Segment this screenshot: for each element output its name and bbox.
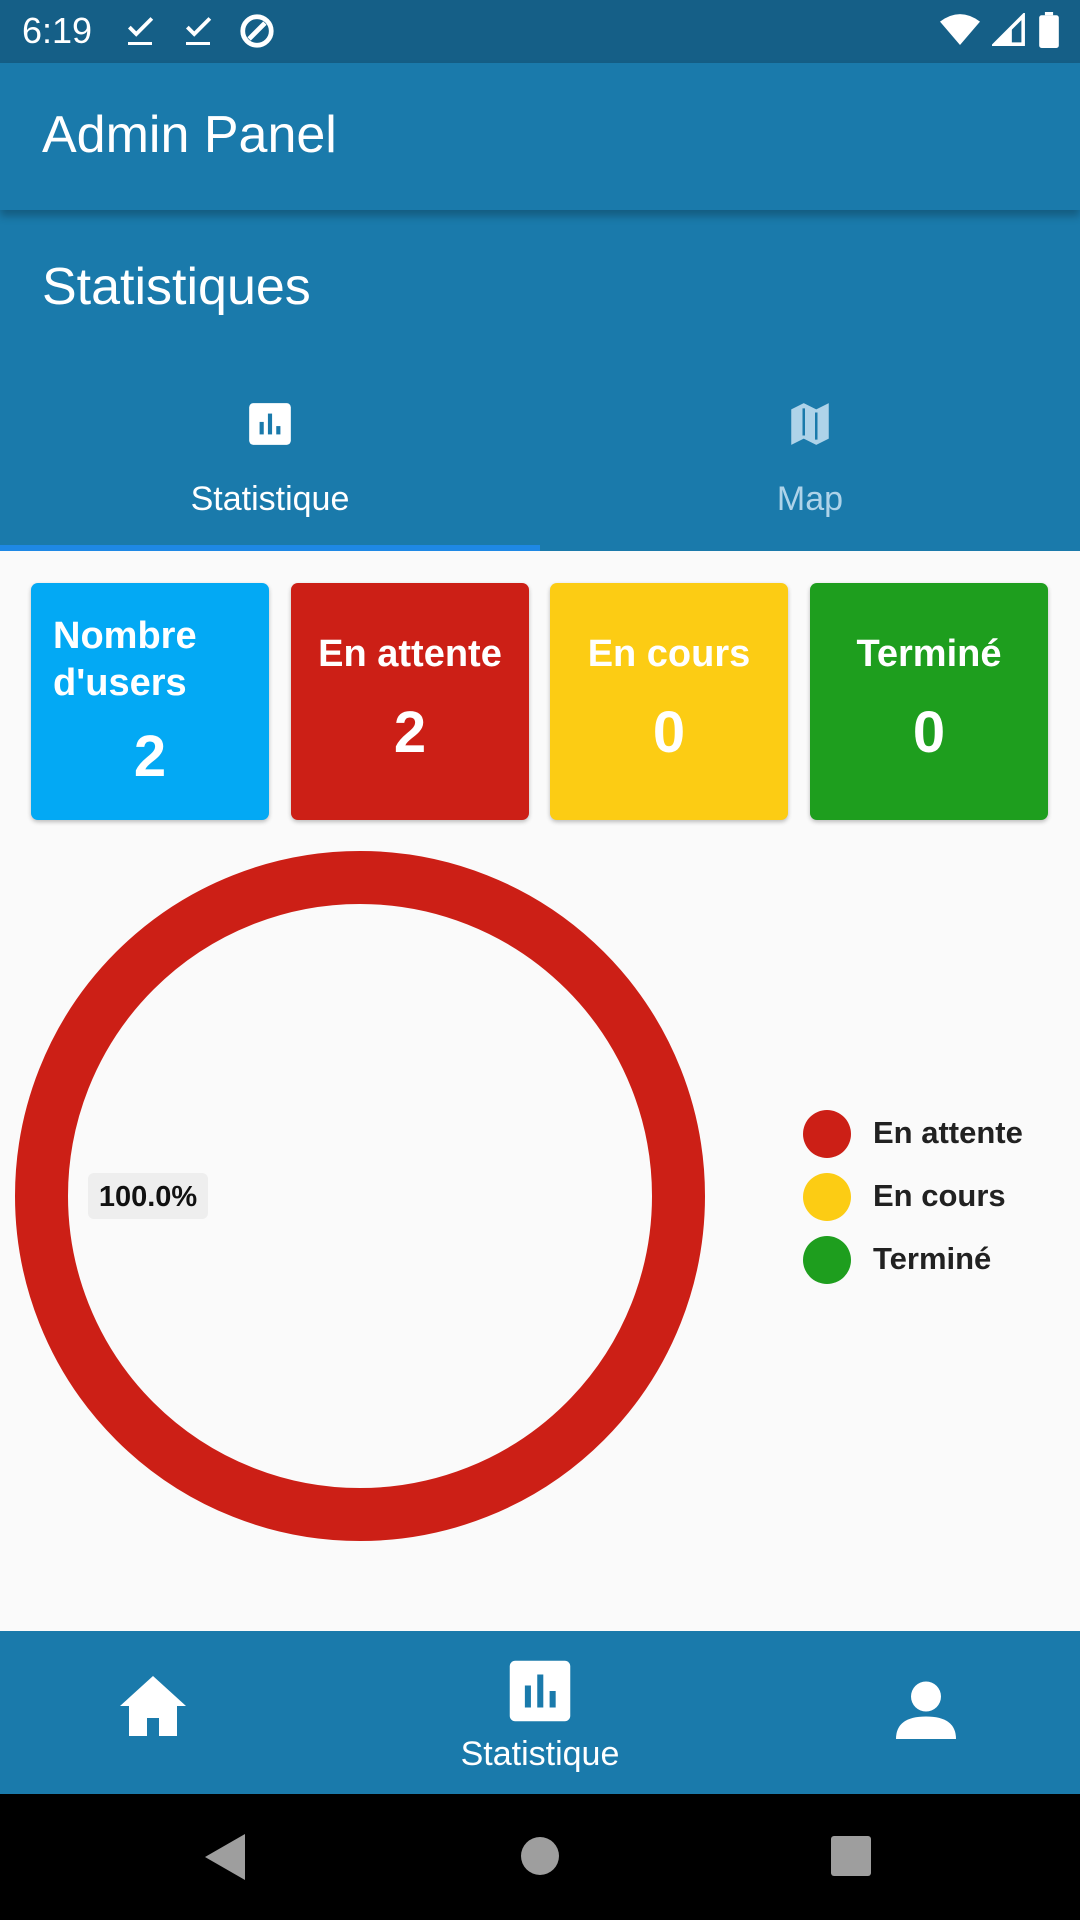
label-text: 100.0% — [99, 1181, 198, 1213]
status-bar: 6:19 — [0, 0, 1080, 63]
card-title: Terminé — [856, 633, 1002, 675]
recents-icon[interactable] — [831, 1836, 871, 1876]
card-title: En cours — [587, 633, 751, 675]
download-done-icon — [186, 17, 212, 45]
tab-label: Map — [776, 480, 844, 518]
tab-label: Statistique — [190, 480, 350, 518]
wifi-icon — [940, 14, 980, 45]
donut-chart: 100.0% — [15, 851, 705, 1541]
battery-icon — [1039, 12, 1059, 48]
nav-home[interactable] — [0, 1631, 310, 1794]
status-time: 6:19 — [22, 10, 93, 51]
nav-label: Statistique — [460, 1735, 620, 1773]
header: Statistiques Statistique Map — [0, 210, 1080, 551]
card-termine: Terminé 0 — [810, 583, 1048, 820]
legend-label: En cours — [873, 1178, 1006, 1213]
legend-dot — [803, 1236, 851, 1284]
data-saver-icon — [240, 14, 274, 48]
back-icon[interactable] — [205, 1834, 245, 1880]
bar-chart-icon — [509, 1660, 571, 1722]
legend-dot — [803, 1110, 851, 1158]
card-title: Nombre d'users — [53, 615, 197, 704]
card-value: 2 — [393, 700, 427, 765]
nav-profile[interactable] — [770, 1631, 1080, 1794]
slice-percent-label: 100.0% — [88, 1173, 208, 1219]
system-navigation-bar — [0, 1794, 1080, 1920]
card-users: Nombre d'users 2 — [31, 583, 269, 820]
map-icon — [791, 403, 829, 445]
card-en-attente: En attente 2 — [291, 583, 529, 820]
person-icon — [896, 1681, 956, 1739]
tab-map[interactable]: Map — [540, 380, 1080, 551]
bottom-navigation: Statistique — [0, 1631, 1080, 1794]
card-value: 0 — [912, 700, 946, 765]
legend-dot — [803, 1173, 851, 1221]
legend-label: Terminé — [873, 1241, 992, 1276]
download-done-icon — [128, 17, 154, 45]
bar-chart-icon — [249, 403, 291, 445]
tab-statistique[interactable]: Statistique — [0, 380, 540, 551]
home-icon — [120, 1676, 186, 1736]
app-title: Admin Panel — [42, 106, 337, 164]
home-circle-icon[interactable] — [520, 1836, 560, 1876]
card-en-cours: En cours 0 — [550, 583, 788, 820]
nav-statistique[interactable]: Statistique — [390, 1631, 690, 1794]
card-value: 2 — [133, 724, 167, 789]
system-status-icons — [940, 12, 1060, 48]
card-title: En attente — [318, 633, 502, 675]
section-title: Statistiques — [42, 258, 311, 316]
card-value: 0 — [652, 700, 686, 765]
legend-label: En attente — [873, 1115, 1023, 1150]
app-bar: Admin Panel — [0, 63, 1080, 210]
active-tab-indicator — [0, 545, 540, 551]
signal-icon — [992, 13, 1025, 46]
notification-icons — [122, 12, 276, 50]
